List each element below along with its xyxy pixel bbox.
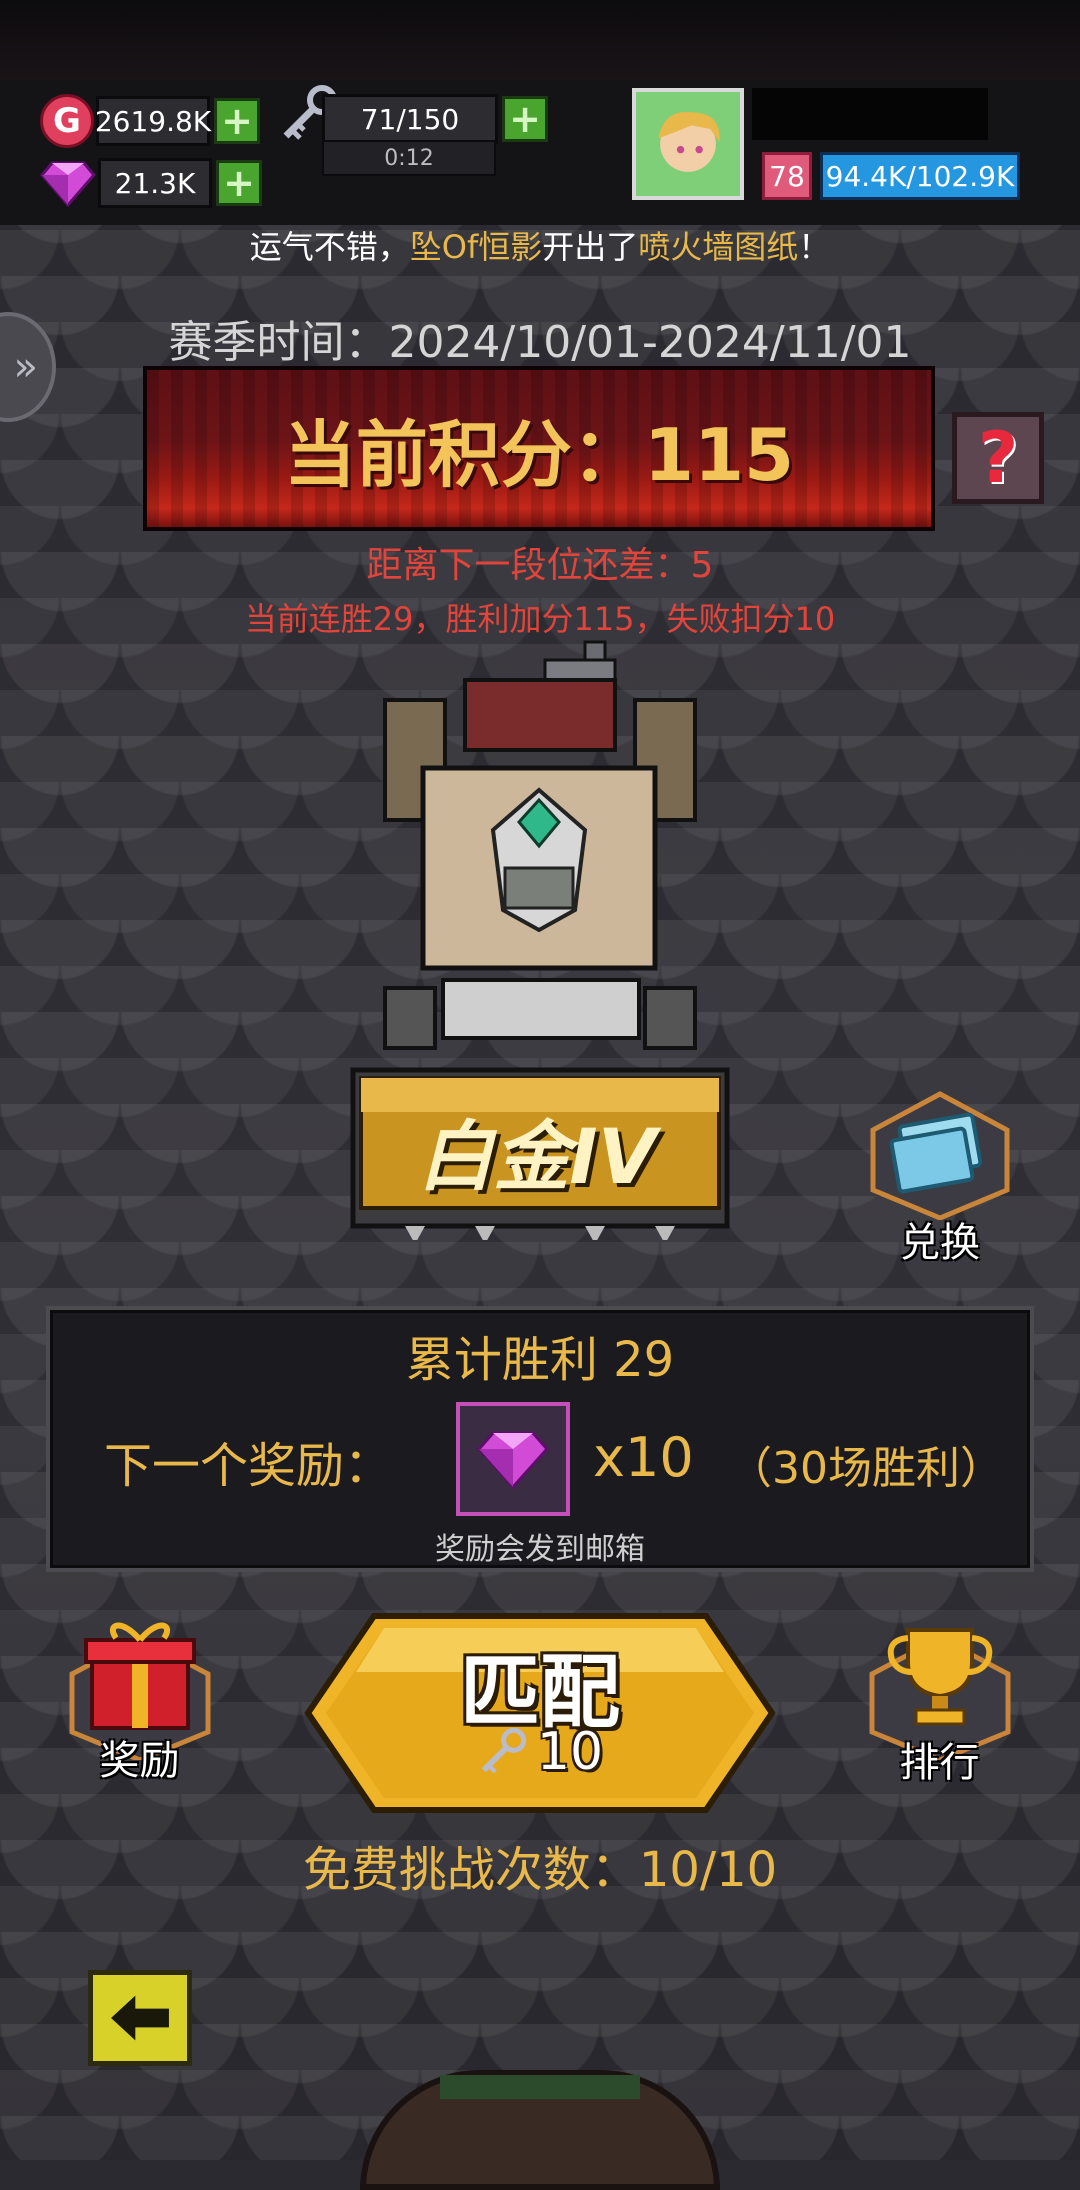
news-item: 喷火墙图纸 xyxy=(638,228,799,266)
free-challenge-count: 免费挑战次数：10/10 xyxy=(302,1842,778,1898)
reward-button-label: 奖励 xyxy=(99,1738,180,1784)
player-level-badge: 78 xyxy=(762,152,812,200)
player-name-plate xyxy=(752,88,988,140)
help-button[interactable]: ? xyxy=(952,412,1044,504)
add-keys-button[interactable]: + xyxy=(502,96,548,142)
player-avatar[interactable] xyxy=(632,88,744,200)
rank-name: 白金IV xyxy=(417,1112,657,1201)
add-gold-button[interactable]: + xyxy=(214,98,260,144)
avatar-face-icon xyxy=(636,92,740,196)
gold-resource: G 2619.8K + xyxy=(40,94,260,148)
back-button[interactable] xyxy=(88,1970,192,2066)
current-score: 当前积分：115 xyxy=(283,413,795,497)
next-rank-gap: 距离下一段位还差：5 xyxy=(366,545,714,586)
mail-note: 奖励会发到邮箱 xyxy=(435,1532,645,1567)
news-middle: 开出了 xyxy=(542,228,639,266)
news-prefix: 运气不错， xyxy=(249,228,410,266)
ticket-icon xyxy=(870,1091,1010,1221)
gold-coin-icon: G xyxy=(40,94,94,148)
add-gems-button[interactable]: + xyxy=(216,160,262,206)
score-banner: 当前积分：115 xyxy=(143,366,935,531)
gem-icon xyxy=(477,1431,549,1489)
key-timer: 0:12 xyxy=(322,140,496,176)
match-cost: 10 xyxy=(304,1722,776,1782)
season-time: 赛季时间：2024/10/01-2024/11/01 xyxy=(168,317,912,368)
bottom-decoration-stripe xyxy=(440,2075,640,2099)
total-wins: 累计胜利 29 xyxy=(405,1332,675,1388)
top-strip xyxy=(0,0,1080,80)
question-mark-icon: ? xyxy=(977,417,1019,499)
next-reward-label: 下一个奖励： xyxy=(104,1438,393,1494)
gem-amount: 21.3K xyxy=(98,158,212,208)
arrow-left-icon xyxy=(111,1995,169,2041)
key-amount: 71/150 xyxy=(322,94,498,144)
exchange-label: 兑换 xyxy=(900,1220,980,1266)
gem-resource: 21.3K + xyxy=(40,158,262,208)
news-player-name: 坠Of恒影 xyxy=(409,228,543,266)
gem-icon xyxy=(40,159,96,208)
news-suffix: ！ xyxy=(798,228,831,266)
key-icon xyxy=(481,1727,527,1774)
reward-condition: （30场胜利） xyxy=(728,1443,1004,1494)
reward-quantity: x10 xyxy=(593,1426,694,1489)
news-ticker: 运气不错，坠Of恒影开出了喷火墙图纸！ xyxy=(0,222,1080,268)
match-cost-value: 10 xyxy=(536,1722,604,1782)
reward-item-slot[interactable] xyxy=(456,1402,570,1516)
player-hp-bar: 94.4K/102.9K xyxy=(820,152,1020,200)
gold-amount: 2619.8K xyxy=(95,96,211,146)
win-streak-info: 当前连胜29，胜利加分115，失败扣分10 xyxy=(244,600,836,638)
leaderboard-label: 排行 xyxy=(899,1740,980,1786)
